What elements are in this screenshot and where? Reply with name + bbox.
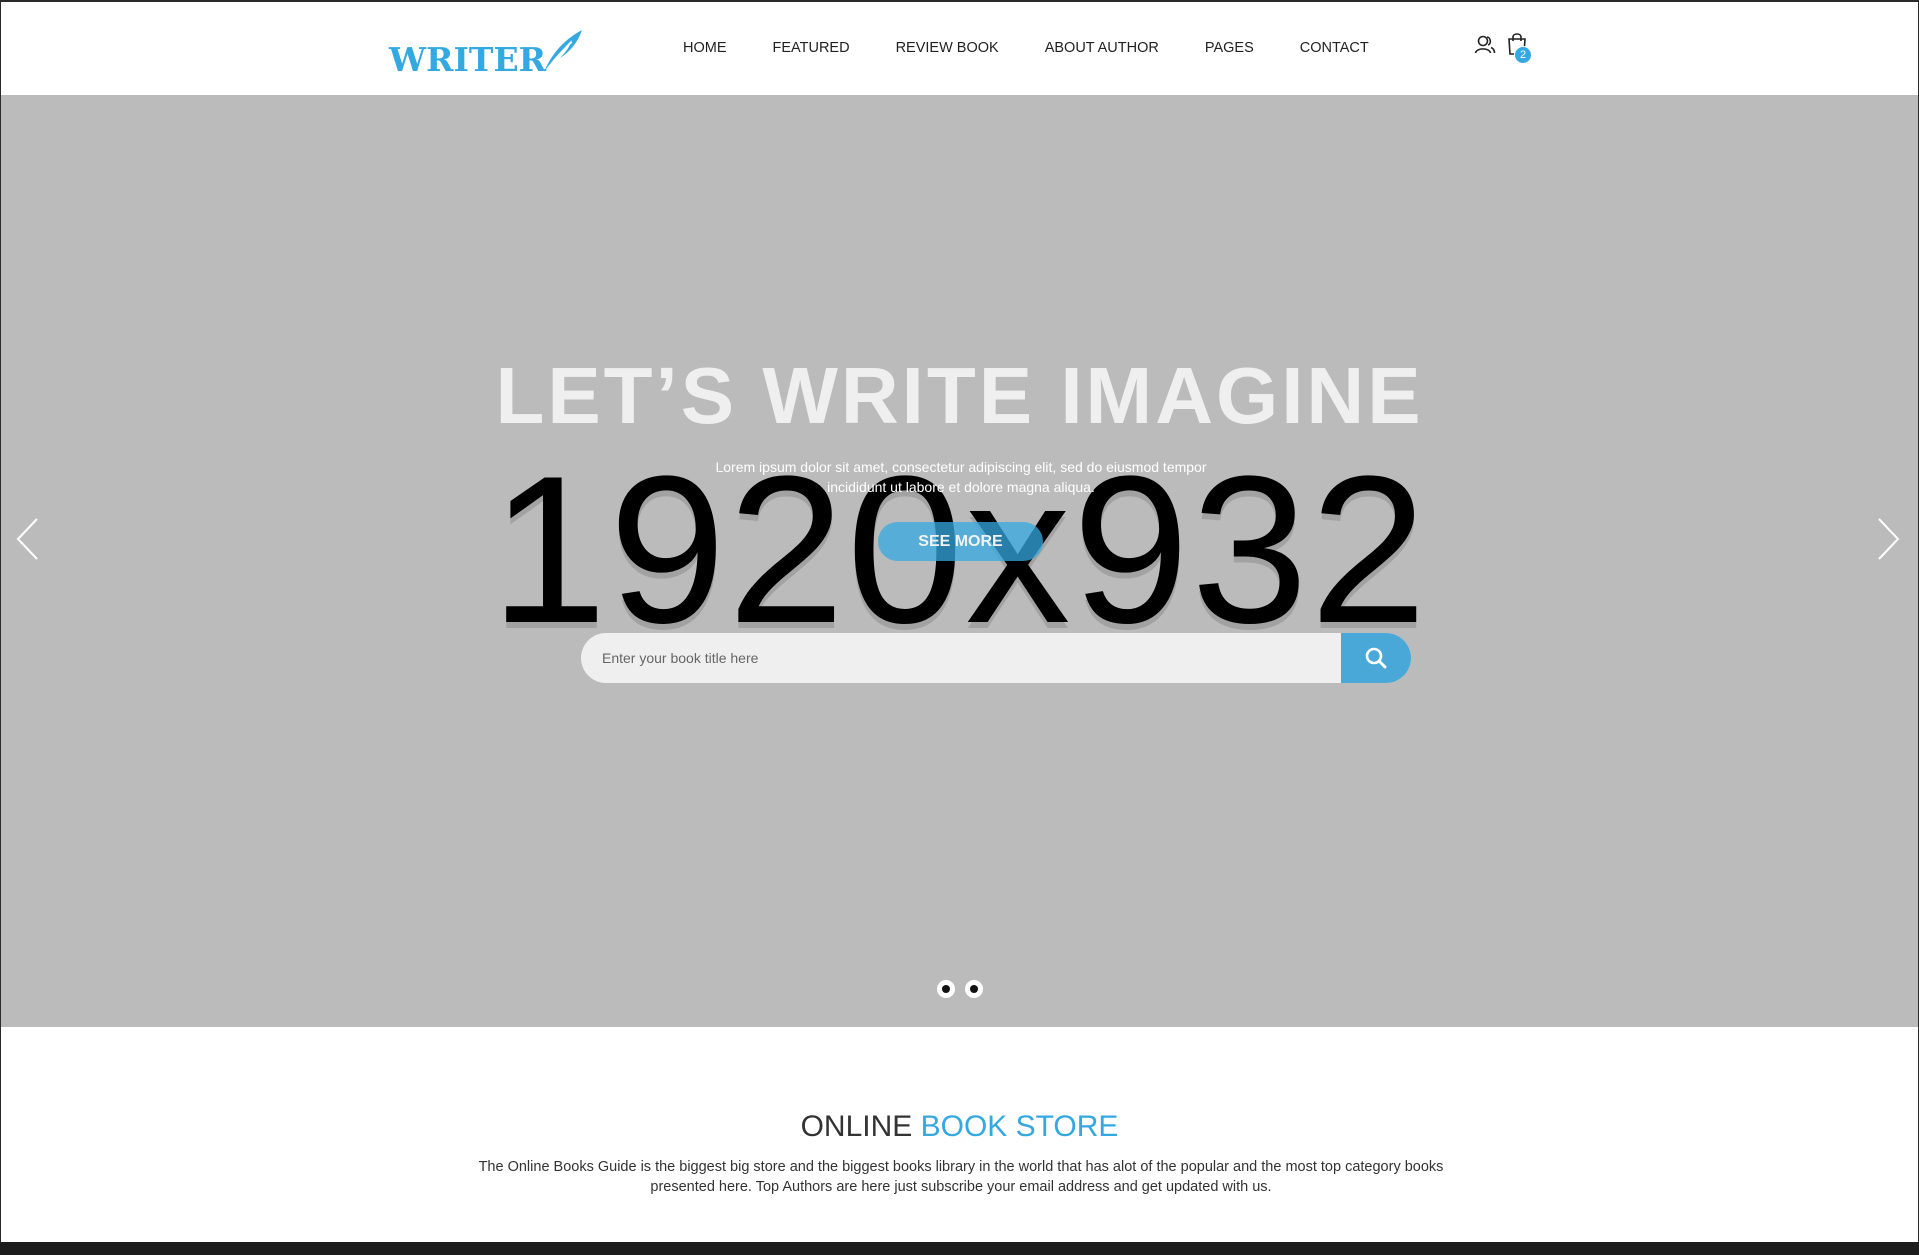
hero-slider: 1920x932 1920x932 LET’S WRITE IMAGINE Lo… — [1, 95, 1918, 1027]
store-title: ONLINE BOOK STORE — [1, 1110, 1918, 1144]
store-title-part2: BOOK STORE — [920, 1110, 1119, 1143]
nav-pages[interactable]: PAGES — [1205, 40, 1254, 56]
taskbar-strip — [0, 1242, 1919, 1255]
header: WRITER HOME FEATURED REVIEW BOOK ABOUT A… — [1, 2, 1918, 95]
store-title-part1: ONLINE — [800, 1110, 913, 1143]
nav-contact[interactable]: CONTACT — [1300, 40, 1369, 56]
main-nav: HOME FEATURED REVIEW BOOK ABOUT AUTHOR P… — [683, 40, 1369, 56]
nav-featured[interactable]: FEATURED — [773, 40, 850, 56]
cart-count-badge: 2 — [1514, 46, 1532, 64]
search-button[interactable] — [1341, 633, 1411, 683]
hero-title: LET’S WRITE IMAGINE — [495, 351, 1424, 440]
hero-subtitle: Lorem ipsum dolor sit amet, consectetur … — [715, 459, 1207, 495]
book-search — [581, 633, 1411, 683]
nav-home[interactable]: HOME — [683, 40, 727, 56]
nav-about-author[interactable]: ABOUT AUTHOR — [1045, 40, 1159, 56]
store-description: The Online Books Guide is the biggest bi… — [478, 1159, 1444, 1195]
slider-dot-2[interactable] — [965, 980, 983, 998]
feather-icon — [544, 30, 583, 72]
page: WRITER HOME FEATURED REVIEW BOOK ABOUT A… — [1, 2, 1918, 1242]
see-more-button[interactable]: SEE MORE — [878, 522, 1043, 561]
search-icon — [1365, 647, 1387, 669]
next-slide-arrow[interactable] — [1873, 515, 1903, 563]
slider-dot-1[interactable] — [937, 980, 955, 998]
nav-review-book[interactable]: REVIEW BOOK — [896, 40, 999, 56]
logo-text: WRITER — [389, 40, 547, 79]
user-icon[interactable] — [1474, 35, 1496, 55]
prev-slide-arrow[interactable] — [13, 515, 43, 563]
slider-dots — [937, 980, 993, 998]
book-search-input[interactable] — [581, 633, 1341, 683]
logo[interactable]: WRITER — [389, 26, 584, 76]
